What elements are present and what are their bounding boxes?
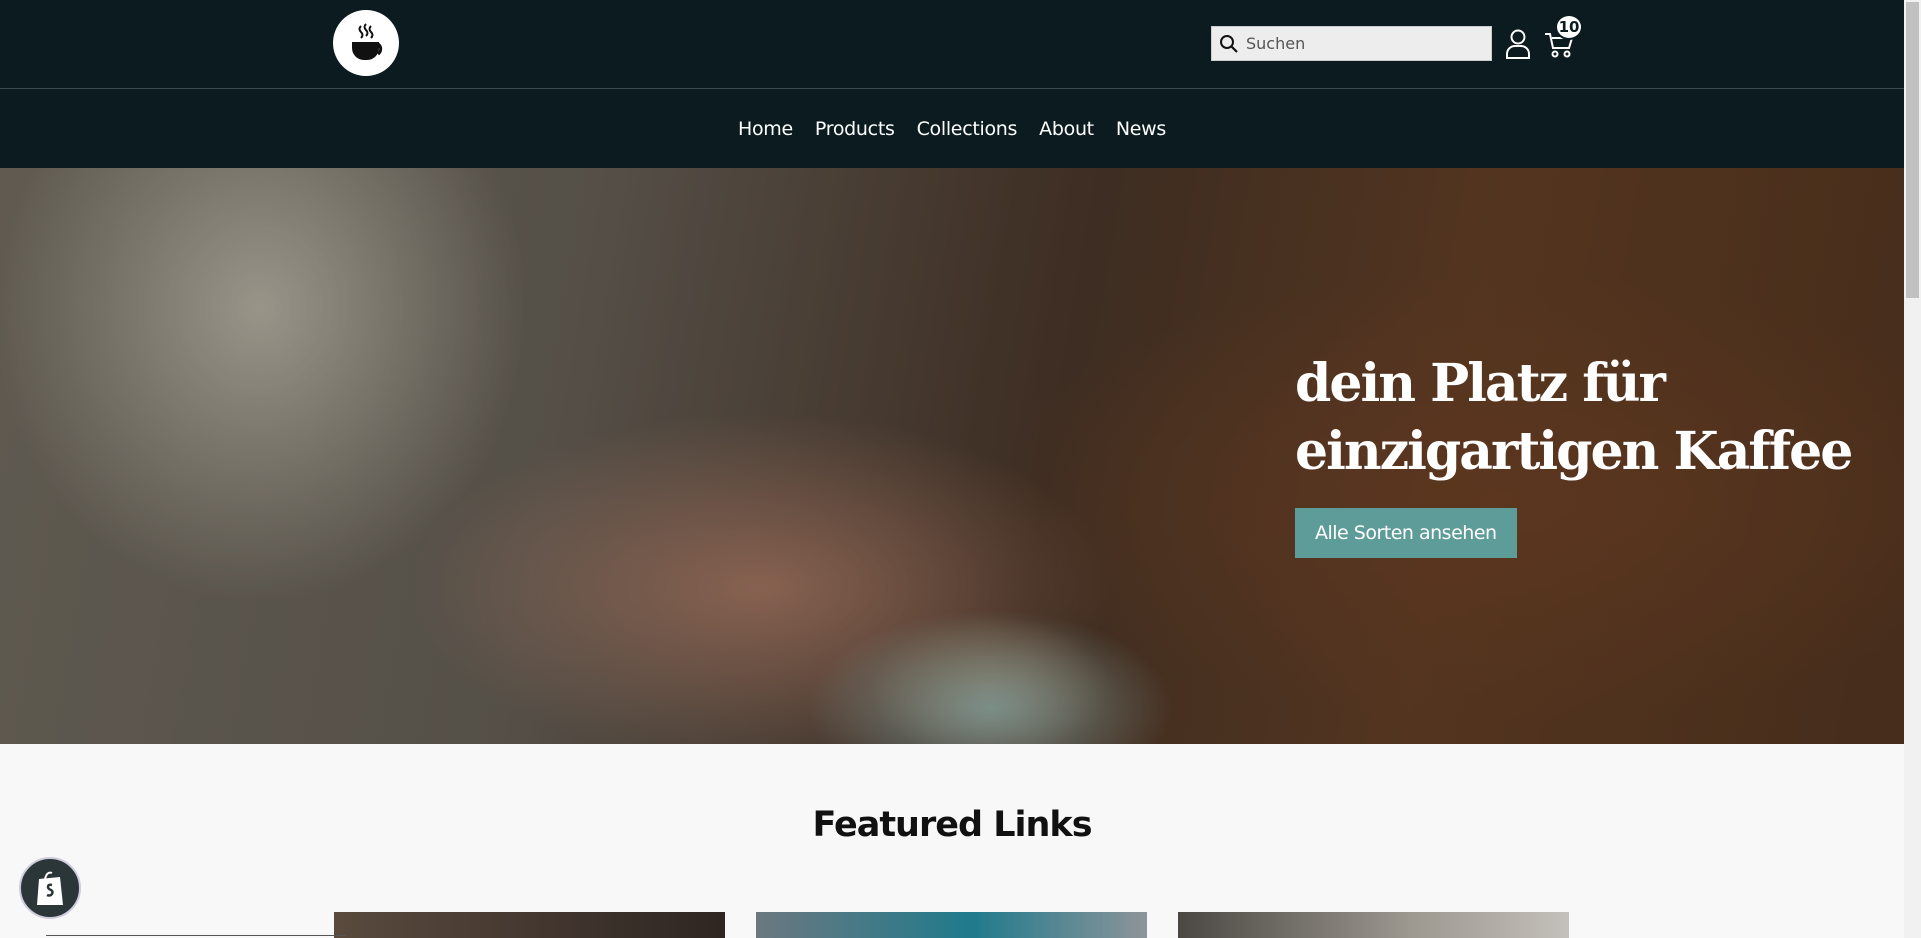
search-input[interactable] xyxy=(1246,34,1486,53)
hero-title: dein Platz für einzigartigen Kaffee xyxy=(1295,353,1853,482)
store-logo[interactable] xyxy=(333,10,399,76)
nav-item-collections[interactable]: Collections xyxy=(917,118,1018,140)
nav-item-about[interactable]: About xyxy=(1039,118,1094,140)
scrollbar-thumb[interactable] xyxy=(1906,2,1919,298)
search-icon[interactable] xyxy=(1212,26,1246,61)
nav-item-products[interactable]: Products xyxy=(815,118,895,140)
nav-item-home[interactable]: Home xyxy=(738,118,793,140)
featured-links-heading: Featured Links xyxy=(812,805,1092,845)
view-all-button[interactable]: Alle Sorten ansehen xyxy=(1295,508,1517,558)
cart-count-badge: 10 xyxy=(1555,14,1583,40)
user-icon[interactable] xyxy=(1504,28,1532,60)
hero-banner: dein Platz für einzigartigen Kaffee Alle… xyxy=(0,168,1904,744)
main-navigation: Home Products Collections About News xyxy=(0,89,1904,168)
featured-link-card[interactable] xyxy=(756,912,1147,938)
divider xyxy=(46,935,346,936)
featured-link-card[interactable] xyxy=(334,912,725,938)
top-header: 10 xyxy=(0,0,1904,89)
search-bar[interactable] xyxy=(1211,26,1492,61)
shopify-bag-icon xyxy=(37,871,63,905)
coffee-cup-icon xyxy=(352,23,383,60)
shopify-badge[interactable] xyxy=(19,857,81,919)
nav-item-news[interactable]: News xyxy=(1116,118,1166,140)
hero-content: dein Platz für einzigartigen Kaffee Alle… xyxy=(1295,350,1855,558)
featured-link-card[interactable] xyxy=(1178,912,1569,938)
